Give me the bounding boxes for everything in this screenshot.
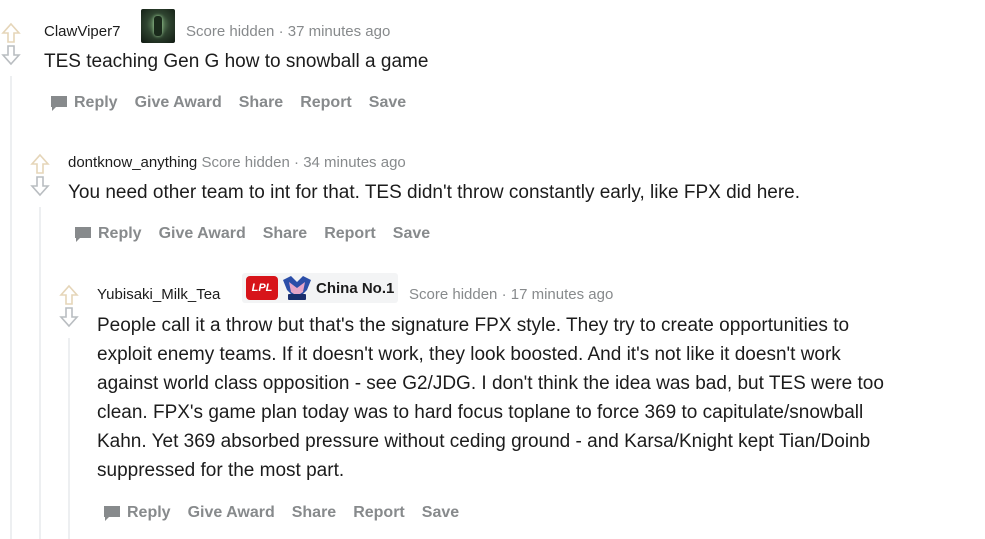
user-avatar[interactable] [141,9,175,43]
meta-separator: · [294,154,300,171]
report-button[interactable]: Report [353,503,405,523]
comment-body: You need other team to int for that. TES… [68,178,800,207]
comment-text-line: suppressed for the most part. [97,460,345,481]
timestamp-link[interactable]: 37 minutes ago [288,23,391,40]
comment-meta-score: Score hidden · 37 minutes ago [186,22,390,42]
thread-line-3[interactable] [68,338,70,539]
comment-body: People call it a throw but that's the si… [97,311,884,485]
comment-meta-score: Score hidden · 17 minutes ago [409,285,613,305]
comment-text-line: Kahn. Yet 369 absorbed pressure without … [97,431,871,452]
vote-controls [0,22,22,66]
give-award-button[interactable]: Give Award [135,93,222,113]
upvote-icon[interactable] [29,153,51,175]
lng-team-logo-icon [283,276,311,300]
score-hidden-label: Score hidden [409,286,498,303]
comment-meta: dontknow_anything Score hidden · 34 minu… [68,153,406,173]
comment-meta: ClawViper7 [44,22,120,42]
share-button[interactable]: Share [263,224,307,244]
thread-line-2[interactable] [39,207,41,539]
report-button[interactable]: Report [324,224,376,244]
save-button[interactable]: Save [422,503,459,523]
give-award-button[interactable]: Give Award [188,503,275,523]
score-hidden-label: Score hidden [201,154,290,171]
timestamp-link[interactable]: 34 minutes ago [303,154,406,171]
save-button[interactable]: Save [393,224,430,244]
comment-text-line: against world class opposition - see G2/… [97,373,884,394]
meta-separator: · [501,286,507,303]
comment-actions: Reply Give Award Share Report Save [74,224,447,244]
upvote-icon[interactable] [0,22,22,44]
username-link[interactable]: dontknow_anything [68,154,197,171]
comment-body: TES teaching Gen G how to snowball a gam… [44,47,428,76]
comment-text-line: People call it a throw but that's the si… [97,315,850,336]
reply-button[interactable]: Reply [50,93,118,113]
reply-label: Reply [127,504,171,521]
comment-bubble-icon [51,96,67,111]
username-link[interactable]: Yubisaki_Milk_Tea [97,286,220,303]
downvote-icon[interactable] [29,175,51,197]
reply-label: Reply [74,94,118,111]
upvote-icon[interactable] [58,284,80,306]
username-link[interactable]: ClawViper7 [44,23,120,40]
comment-bubble-icon [104,506,120,521]
share-button[interactable]: Share [239,93,283,113]
reply-button[interactable]: Reply [74,224,142,244]
save-button[interactable]: Save [369,93,406,113]
comment-actions: Reply Give Award Share Report Save [103,503,476,523]
comment-meta: Yubisaki_Milk_Tea [97,285,220,305]
user-flair: LPL China No.1 [242,273,399,303]
vote-controls [29,153,51,197]
comment-bubble-icon [75,227,91,242]
downvote-icon[interactable] [0,44,22,66]
give-award-button[interactable]: Give Award [159,224,246,244]
report-button[interactable]: Report [300,93,352,113]
vote-controls [58,284,80,328]
share-button[interactable]: Share [292,503,336,523]
comment-text: TES teaching Gen G how to snowball a gam… [44,51,429,72]
reply-button[interactable]: Reply [103,503,171,523]
timestamp-link[interactable]: 17 minutes ago [511,286,614,303]
reply-label: Reply [98,225,142,242]
flair-text: China No.1 [316,279,395,297]
comment-text-line: exploit enemy teams. If it doesn't work,… [97,344,841,365]
comment-text-line: clean. FPX's game plan today was to hard… [97,402,864,423]
comment-actions: Reply Give Award Share Report Save [50,93,423,113]
comment-text: You need other team to int for that. TES… [68,182,801,203]
score-hidden-label: Score hidden [186,23,275,40]
lpl-logo-icon: LPL [246,276,278,300]
meta-separator: · [278,23,284,40]
thread-line-1[interactable] [10,76,12,539]
downvote-icon[interactable] [58,306,80,328]
